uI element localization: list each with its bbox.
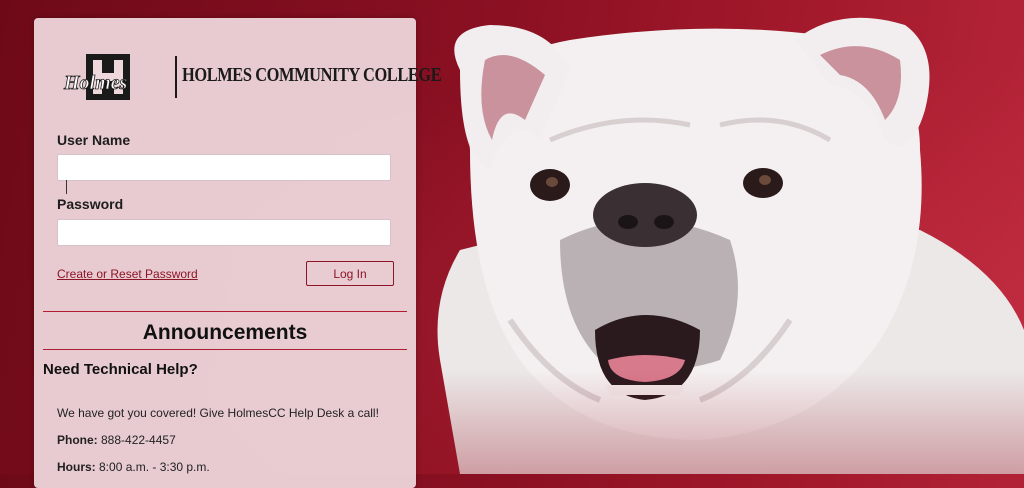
announcements-bottom-rule	[43, 349, 407, 350]
announcements-title: Announcements	[142, 321, 308, 344]
help-phone: Phone: 888-422-4457	[57, 433, 176, 447]
college-logo: Holmes HOLMES COMMUNITY COLLEGE	[62, 52, 442, 102]
hours-value: 8:00 a.m. - 3:30 p.m.	[95, 460, 210, 474]
holmes-h-logo-icon: Holmes	[63, 54, 130, 100]
image-fade	[400, 370, 1024, 474]
help-hours: Hours: 8:00 a.m. - 3:30 p.m.	[57, 460, 210, 474]
phone-label: Phone:	[57, 433, 98, 447]
text-cursor	[66, 180, 67, 194]
help-message: We have got you covered! Give HolmesCC H…	[57, 406, 379, 420]
create-reset-password-link[interactable]: Create or Reset Password	[57, 267, 198, 281]
login-panel: Holmes HOLMES COMMUNITY COLLEGE User Nam…	[34, 18, 442, 488]
phone-value: 888-422-4457	[97, 433, 176, 447]
username-input[interactable]	[57, 154, 391, 181]
svg-text:Holmes: Holmes	[63, 72, 128, 94]
login-button[interactable]: Log In	[306, 261, 394, 286]
password-label: Password	[57, 196, 124, 212]
username-label: User Name	[57, 132, 131, 148]
college-name: HOLMES COMMUNITY COLLEGE	[182, 64, 442, 86]
logo-divider	[175, 56, 177, 98]
announcements-top-rule	[43, 311, 407, 312]
hours-label: Hours:	[57, 460, 96, 474]
technical-help-title: Need Technical Help?	[43, 361, 198, 378]
password-input[interactable]	[57, 219, 391, 246]
